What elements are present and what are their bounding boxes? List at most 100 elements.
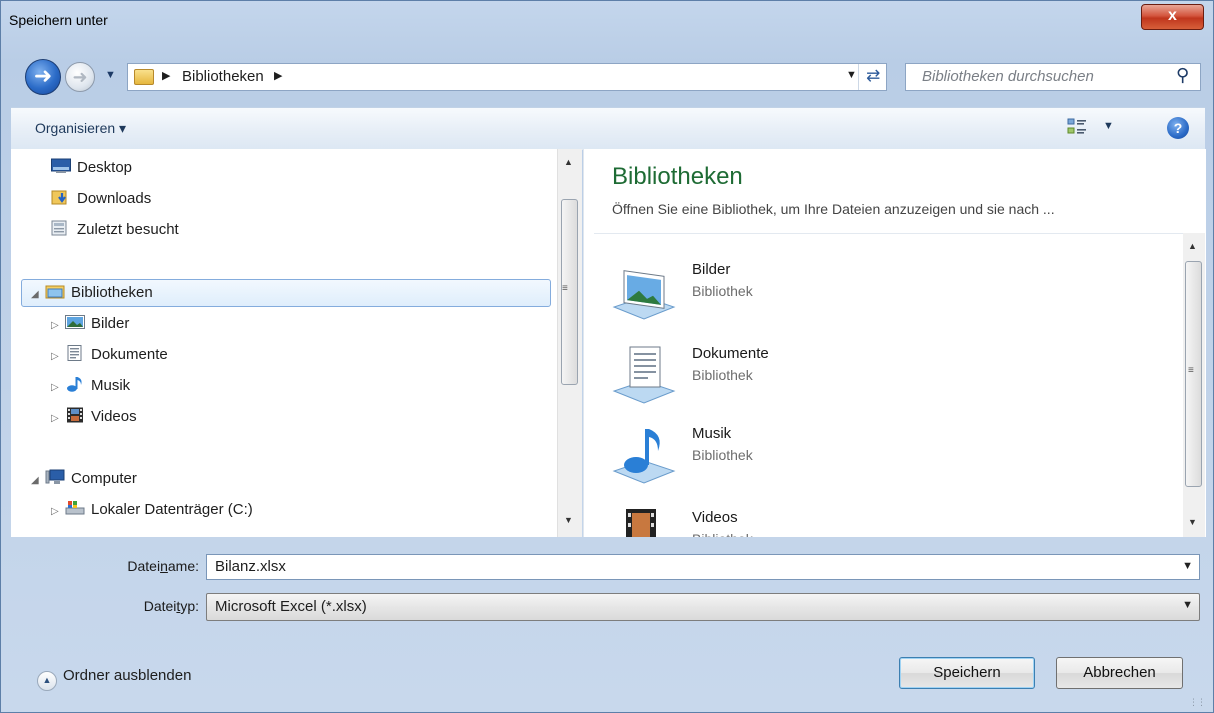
refresh-icon[interactable]: ⇄: [866, 66, 880, 86]
filename-label-accesskey: n: [160, 558, 168, 574]
breadcrumb-libraries[interactable]: Bibliotheken: [182, 68, 264, 85]
back-arrow-icon: ➜: [33, 63, 53, 88]
scroll-grip-icon: ≡: [562, 283, 568, 294]
computer-icon: [45, 469, 65, 484]
tree-item-label: Desktop: [77, 159, 133, 176]
toolbar: Organisieren ▾ ▼ ?: [11, 107, 1205, 150]
tree-item-label: Computer: [71, 470, 137, 487]
recent-pages-dropdown-icon[interactable]: ▼: [105, 69, 116, 81]
save-as-dialog: Speichern unter x ➜ ➜ ▼ ▶ Bibliotheken ▶…: [0, 0, 1214, 713]
resize-grip-icon[interactable]: ⋮⋮: [1189, 697, 1206, 708]
library-item-pictures[interactable]: Bilder Bibliothek: [612, 261, 832, 331]
tree-item-local-disk-c[interactable]: ▷ Lokaler Datenträger (C:): [51, 498, 253, 522]
libraries-description: Öffnen Sie eine Bibliothek, um Ihre Date…: [612, 201, 1055, 217]
tree-item-label: Bilder: [91, 315, 130, 332]
tree-item-label: Downloads: [77, 190, 152, 207]
library-item-documents[interactable]: Dokumente Bibliothek: [612, 345, 832, 415]
hide-folders-toggle[interactable]: ▲ Ordner ausblenden: [37, 667, 191, 691]
window-title: Speichern unter: [9, 12, 108, 28]
hide-folders-label: Ordner ausblenden: [63, 667, 192, 684]
tree-item-music[interactable]: ▷ Musik: [51, 374, 130, 398]
filename-field[interactable]: Bilanz.xlsx: [215, 558, 286, 575]
search-box[interactable]: Bibliotheken durchsuchen ⚲: [905, 63, 1201, 91]
content-pane-scrollbar[interactable]: ▲ ≡ ▼: [1183, 233, 1205, 537]
collapse-arrow-icon[interactable]: ◢: [31, 283, 45, 307]
tree-item-recent-places[interactable]: Zuletzt besucht: [51, 218, 179, 242]
library-name: Videos: [692, 509, 738, 526]
scroll-down-arrow-icon[interactable]: ▼: [564, 515, 573, 525]
music-icon: [67, 377, 82, 392]
search-icon[interactable]: ⚲: [1176, 65, 1189, 86]
address-bar[interactable]: ▶ Bibliotheken ▶ ▼ ⇄: [127, 63, 887, 91]
chevron-down-icon[interactable]: ▼: [1182, 599, 1193, 611]
library-type: Bibliothek: [692, 531, 753, 537]
scroll-up-arrow-icon[interactable]: ▲: [1188, 241, 1197, 251]
tree-item-label: Bibliotheken: [71, 284, 153, 301]
library-item-videos[interactable]: Videos Bibliothek: [612, 509, 832, 537]
expand-arrow-icon[interactable]: ▷: [51, 345, 65, 369]
expand-arrow-icon[interactable]: ▷: [51, 376, 65, 400]
videos-icon: [67, 407, 83, 423]
filename-combobox[interactable]: Bilanz.xlsx ▼: [206, 554, 1200, 580]
change-view-icon[interactable]: [1067, 117, 1087, 137]
tree-item-documents[interactable]: ▷ Dokumente: [51, 343, 168, 367]
collapse-arrow-icon[interactable]: ◢: [31, 469, 45, 493]
tree-item-label: Dokumente: [91, 346, 168, 363]
pictures-icon: [65, 315, 85, 329]
tree-item-libraries[interactable]: ◢ Bibliotheken: [31, 281, 153, 305]
chevron-down-icon[interactable]: ▼: [1182, 560, 1193, 572]
help-icon[interactable]: ?: [1167, 117, 1189, 139]
filetype-value: Microsoft Excel (*.xlsx): [215, 598, 367, 615]
recent-places-icon: [51, 220, 67, 236]
libraries-heading: Bibliotheken: [612, 163, 743, 190]
tree-item-pictures[interactable]: ▷ Bilder: [51, 312, 129, 336]
downloads-icon: [51, 190, 67, 205]
save-button[interactable]: Speichern: [899, 657, 1035, 689]
tree-item-label: Zuletzt besucht: [77, 221, 179, 238]
breadcrumb-arrow-icon[interactable]: ▶: [162, 69, 170, 82]
tree-item-downloads[interactable]: Downloads: [51, 187, 151, 211]
back-button[interactable]: ➜: [25, 59, 61, 95]
forward-button[interactable]: ➜: [65, 62, 95, 92]
search-input[interactable]: Bibliotheken durchsuchen: [922, 68, 1094, 85]
expand-arrow-icon[interactable]: ▷: [51, 500, 65, 524]
tree-item-computer[interactable]: ◢ Computer: [31, 467, 137, 491]
content-divider: [594, 233, 1192, 234]
filename-label: Dateiname:: [107, 558, 199, 574]
breadcrumb-arrow-icon[interactable]: ▶: [274, 69, 282, 82]
forward-arrow-icon: ➜: [72, 67, 88, 87]
library-name: Bilder: [692, 261, 731, 278]
organize-menu[interactable]: Organisieren ▾: [35, 120, 126, 137]
tree-item-label: Lokaler Datenträger (C:): [91, 501, 253, 518]
tree-item-label: Musik: [91, 377, 131, 394]
filetype-label-part: Datei: [143, 598, 177, 614]
address-divider: [858, 64, 859, 90]
filename-label-part: ame:: [167, 558, 199, 574]
library-name: Dokumente: [692, 345, 769, 362]
cancel-button[interactable]: Abbrechen: [1056, 657, 1183, 689]
filetype-select[interactable]: Microsoft Excel (*.xlsx) ▼: [206, 593, 1200, 621]
desktop-icon: [51, 158, 71, 173]
library-name: Musik: [692, 425, 732, 442]
library-item-music[interactable]: Musik Bibliothek: [612, 425, 832, 495]
library-type: Bibliothek: [692, 283, 753, 299]
documents-icon: [67, 345, 82, 361]
filetype-label: Dateityp:: [107, 598, 199, 614]
scroll-grip-icon: ≡: [1188, 365, 1194, 376]
tree-item-desktop[interactable]: Desktop: [51, 156, 132, 180]
videos-library-icon: [626, 509, 656, 537]
title-bar: Speichern unter x: [1, 1, 1213, 35]
scroll-up-arrow-icon[interactable]: ▲: [564, 157, 573, 167]
libraries-folder-icon: [134, 69, 154, 85]
tree-item-videos[interactable]: ▷ Videos: [51, 405, 137, 429]
expand-arrow-icon[interactable]: ▷: [51, 314, 65, 338]
address-history-dropdown-icon[interactable]: ▼: [846, 69, 857, 81]
collapse-up-icon: ▲: [37, 671, 57, 691]
expand-arrow-icon[interactable]: ▷: [51, 407, 65, 431]
filename-label-part: Datei: [127, 558, 161, 574]
scroll-down-arrow-icon[interactable]: ▼: [1188, 517, 1197, 527]
close-button[interactable]: x: [1141, 4, 1204, 30]
view-options-dropdown-icon[interactable]: ▼: [1103, 120, 1114, 132]
navigation-pane-scrollbar[interactable]: ▲ ≡ ▼: [557, 149, 582, 537]
content-pane: Bibliotheken Öffnen Sie eine Bibliothek,…: [583, 149, 1206, 537]
